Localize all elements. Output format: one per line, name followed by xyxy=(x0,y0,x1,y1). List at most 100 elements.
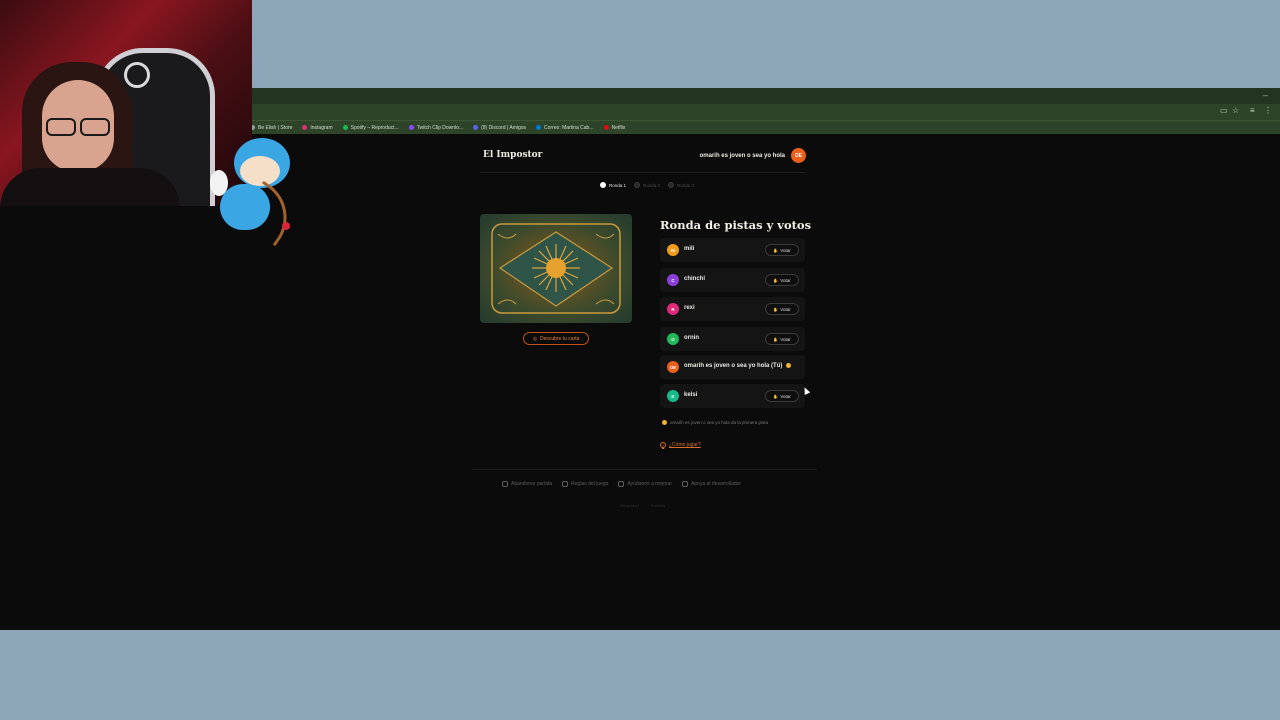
menu-icon[interactable]: ⋮ xyxy=(1264,107,1272,115)
footer-link-label: Abandonar partida xyxy=(511,481,553,487)
feedback-icon xyxy=(618,481,625,487)
turn-indicator-icon xyxy=(786,363,792,368)
bookmark-label: Twitch Clip Downlo... xyxy=(416,124,464,131)
player-name-text: ornin xyxy=(684,335,699,341)
bookmark-item[interactable]: Correo: Martina Cab... xyxy=(536,124,594,131)
heart-arrow-icon xyxy=(282,222,290,230)
extensions-icon[interactable]: ≡ xyxy=(1250,107,1258,115)
footer-link[interactable]: Ayúdanos a mejorar xyxy=(618,481,672,487)
round-label: Ronda 2 xyxy=(643,182,661,188)
player-name-text: rexi xyxy=(684,305,695,311)
legal-link[interactable]: Cookies xyxy=(651,503,665,508)
player-row: Kkelsi ✋ Votar xyxy=(660,384,805,408)
bookmark-favicon-icon xyxy=(302,125,308,130)
site-title[interactable]: El Impostor xyxy=(483,150,542,160)
user-name: omarih es joven o sea yo hola xyxy=(699,152,785,159)
footer-link[interactable]: Reglas del juego xyxy=(562,481,608,487)
player-name: omarih es joven o sea yo hola (Tú) xyxy=(684,363,792,369)
how-to-play-label: ¿Cómo jugar? xyxy=(669,442,701,448)
vote-button[interactable]: ✋ Votar xyxy=(765,303,799,315)
player-name-text: chinchi xyxy=(684,276,706,282)
footer-link[interactable]: Abandonar partida xyxy=(502,481,552,487)
player-name: ornin xyxy=(684,335,699,341)
bookmark-item[interactable]: Netflix xyxy=(603,124,626,131)
player-name-text: mili xyxy=(684,246,695,252)
bookmark-item[interactable]: Spotify – Reproduct... xyxy=(342,124,399,131)
bookmark-label: Be Elish | Store xyxy=(258,124,293,131)
bookmark-label: (8) Discord | Amigos xyxy=(481,124,527,131)
player-avatar: K xyxy=(667,390,679,402)
vote-button[interactable]: ✋ Votar xyxy=(765,333,799,345)
hand-icon: ✋ xyxy=(773,393,779,399)
vote-label: Votar xyxy=(780,277,791,283)
glasses-icon xyxy=(44,118,112,138)
bookmark-label: Spotify – Reproduct... xyxy=(350,124,399,131)
chair-logo-icon xyxy=(124,62,150,88)
round-stepper: Ronda 1 Ronda 2 Ronda 3 xyxy=(600,182,694,188)
round-dot-icon xyxy=(668,182,675,188)
hand-icon: ✋ xyxy=(773,247,779,253)
bookmark-favicon-icon xyxy=(536,125,542,130)
how-to-play-link[interactable]: ? ¿Cómo jugar? xyxy=(660,442,701,448)
bookmark-favicon-icon xyxy=(408,125,414,130)
streamer-body xyxy=(0,168,180,206)
player-avatar: OE xyxy=(667,361,679,373)
vote-button[interactable]: ✋ Votar xyxy=(765,390,799,402)
eye-icon: ◎ xyxy=(532,335,537,342)
exit-icon xyxy=(502,481,508,487)
vote-label: Votar xyxy=(780,393,791,399)
vote-button[interactable]: ✋ Votar xyxy=(765,244,799,256)
hand-icon: ✋ xyxy=(773,306,779,312)
hand-icon: ✋ xyxy=(773,277,779,283)
user-avatar[interactable]: OE xyxy=(791,148,806,163)
panel-title: Ronda de pistas y votos xyxy=(660,218,812,232)
bookmark-item[interactable]: Instagram xyxy=(302,125,333,131)
minimize-icon[interactable]: – xyxy=(1263,90,1268,100)
player-name: kelsi xyxy=(684,392,697,398)
secret-card[interactable] xyxy=(480,214,632,323)
support-icon xyxy=(682,481,689,487)
legal-links: Privacidad Cookies xyxy=(620,503,665,508)
player-row: OE omarih es joven o sea yo hola (Tú) xyxy=(660,355,805,379)
player-name: mili xyxy=(684,246,694,252)
hint-status: omarih es joven o sea yo hola da la prim… xyxy=(662,420,768,425)
game-page: El Impostor omarih es joven o sea yo hol… xyxy=(0,134,1280,630)
cupid-mascot-sticker xyxy=(206,134,303,247)
bookmark-label: Correo: Martina Cab... xyxy=(544,124,594,131)
vote-label: Votar xyxy=(780,247,791,253)
mascot-face xyxy=(240,156,280,186)
bookmark-item[interactable]: Twitch Clip Downlo... xyxy=(408,124,464,131)
player-row: Rrexi ✋ Votar xyxy=(660,297,805,321)
bookmark-item[interactable]: Be Elish | Store xyxy=(250,125,292,131)
bookmark-favicon-icon xyxy=(603,125,609,130)
round-dot-icon xyxy=(600,182,606,188)
star-icon[interactable]: ☆ xyxy=(1232,107,1240,115)
bookmark-label: Netflix xyxy=(611,124,626,131)
round-dot-icon xyxy=(634,182,641,188)
screenshot-icon[interactable]: ▭ xyxy=(1220,107,1228,115)
hand-icon: ✋ xyxy=(773,336,779,342)
question-icon: ? xyxy=(660,442,666,448)
player-avatar: M xyxy=(667,244,679,256)
footer-divider xyxy=(472,469,817,470)
header-divider xyxy=(480,172,806,173)
reveal-card-button[interactable]: ◎ Descubre tu carta xyxy=(523,332,589,345)
footer-links: Abandonar partida Reglas del juego Ayúdano… xyxy=(502,481,741,487)
player-name: chinchi xyxy=(684,276,705,282)
player-row: Mmili ✋ Votar xyxy=(660,238,805,262)
round-label: Ronda 3 xyxy=(677,182,695,188)
status-dot-icon xyxy=(662,420,667,425)
rules-icon xyxy=(562,481,569,487)
vote-label: Votar xyxy=(780,336,791,342)
user-chip[interactable]: omarih es joven o sea yo hola OE xyxy=(700,148,806,163)
vote-label: Votar xyxy=(780,306,791,312)
legal-link[interactable]: Privacidad xyxy=(620,503,639,508)
round-step-1: Ronda 1 xyxy=(600,182,626,188)
bookmark-favicon-icon xyxy=(473,125,479,130)
round-step-2: Ronda 2 xyxy=(634,182,660,188)
player-name: rexi xyxy=(684,305,695,311)
bookmark-item[interactable]: (8) Discord | Amigos xyxy=(473,125,526,131)
footer-link[interactable]: Apoya al desarrollador xyxy=(682,481,741,487)
player-avatar: C xyxy=(667,274,679,286)
vote-button[interactable]: ✋ Votar xyxy=(765,274,799,286)
